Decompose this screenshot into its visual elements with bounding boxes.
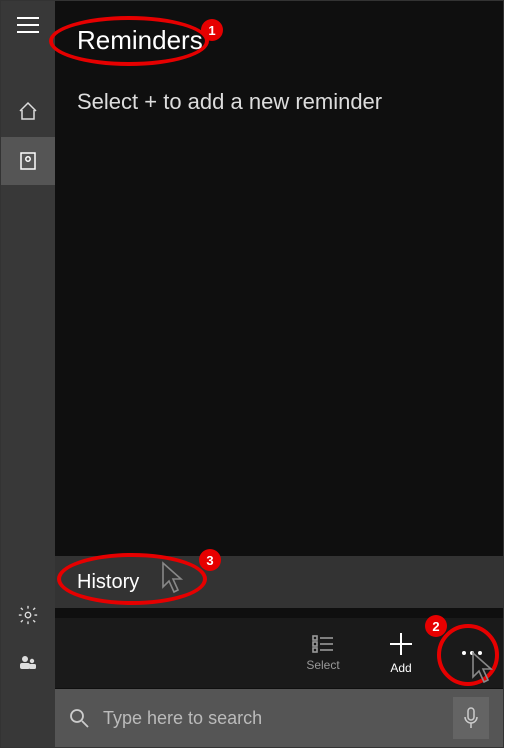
notebook-button[interactable]: [1, 137, 55, 185]
people-icon: [17, 652, 39, 674]
more-button[interactable]: [447, 621, 497, 685]
home-button[interactable]: [1, 87, 55, 135]
left-rail: [1, 1, 55, 747]
feedback-button[interactable]: [1, 639, 55, 687]
cortana-reminders-window: Reminders Select + to add a new reminder…: [0, 0, 504, 748]
select-list-icon: [312, 634, 334, 654]
page-title: Reminders: [77, 25, 203, 56]
content-area: Reminders Select + to add a new reminder: [55, 1, 503, 556]
gear-icon: [17, 604, 39, 626]
ellipsis-icon: [460, 649, 484, 657]
search-bar[interactable]: Type here to search: [55, 689, 503, 747]
notebook-icon: [17, 150, 39, 172]
mic-icon: [464, 707, 478, 729]
mic-button[interactable]: [453, 697, 489, 739]
hamburger-menu-button[interactable]: [1, 1, 55, 49]
history-label: History: [77, 571, 139, 594]
settings-button[interactable]: [1, 591, 55, 639]
empty-state-hint: Select + to add a new reminder: [77, 89, 382, 115]
home-icon: [17, 100, 39, 122]
select-label: Select: [306, 658, 339, 672]
plus-icon: [388, 631, 414, 657]
search-placeholder: Type here to search: [103, 708, 453, 729]
select-button[interactable]: Select: [291, 621, 355, 685]
command-bar: Select Add: [55, 618, 503, 688]
search-icon: [69, 708, 89, 728]
history-menu-item[interactable]: History: [55, 556, 503, 608]
add-label: Add: [390, 661, 411, 675]
hamburger-icon: [17, 17, 39, 33]
add-button[interactable]: Add: [369, 621, 433, 685]
